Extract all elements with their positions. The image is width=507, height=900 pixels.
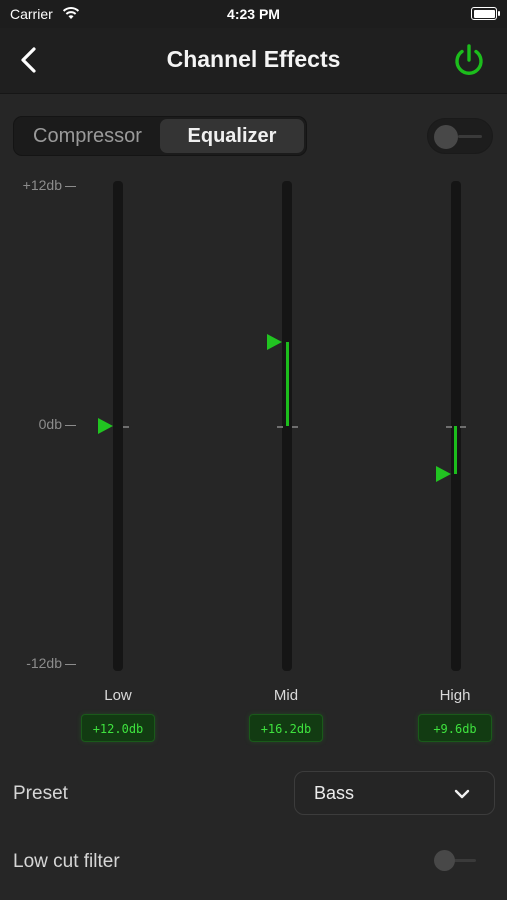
mid-band-handle[interactable] [267,334,282,350]
scale-label-zero: 0db [38,416,62,432]
high-band-label: High [439,687,471,704]
zero-marker [277,426,283,428]
zero-marker [123,426,129,428]
high-band-handle[interactable] [436,466,451,482]
clock: 4:23 PM [227,6,280,22]
low-band-value: +12.0db [81,714,155,742]
preset-value: Bass [314,783,355,803]
effect-enable-toggle[interactable] [427,118,493,154]
zero-marker [292,426,298,428]
status-bar: Carrier 4:23 PM [0,0,507,28]
mid-level-line [286,342,289,426]
high-level-line [454,426,457,474]
low-band-slider[interactable] [113,181,123,671]
battery-icon [471,7,500,20]
low-cut-filter-label: Low cut filter [13,851,120,872]
mid-band-label: Mid [273,687,299,704]
tab-equalizer[interactable]: Equalizer [160,119,304,153]
preset-dropdown[interactable]: Bass [294,771,495,815]
low-band-label: Low [104,687,132,704]
nav-bar: Channel Effects [0,28,507,94]
scale-tick-top [65,186,76,187]
page-title: Channel Effects [166,46,341,72]
tab-compressor[interactable]: Compressor [16,119,159,153]
scale-label-top: +12db [22,177,62,193]
high-band-value: +9.6db [418,714,492,742]
zero-marker [446,426,452,428]
scale-label-bottom: -12db [26,655,62,671]
low-cut-filter-toggle[interactable] [430,846,484,876]
mid-band-slider[interactable] [282,181,292,671]
mid-band-value: +16.2db [249,714,323,742]
toggle-knob [434,850,455,871]
low-band-handle[interactable] [98,418,113,434]
scale-tick-bottom [65,664,76,665]
chevron-down-icon [454,789,470,799]
toggle-knob [434,125,458,149]
power-icon[interactable] [451,42,487,78]
effect-tabs: Compressor Equalizer [13,116,307,156]
preset-label: Preset [13,783,68,804]
zero-marker [460,426,466,428]
scale-tick-zero [65,425,76,426]
